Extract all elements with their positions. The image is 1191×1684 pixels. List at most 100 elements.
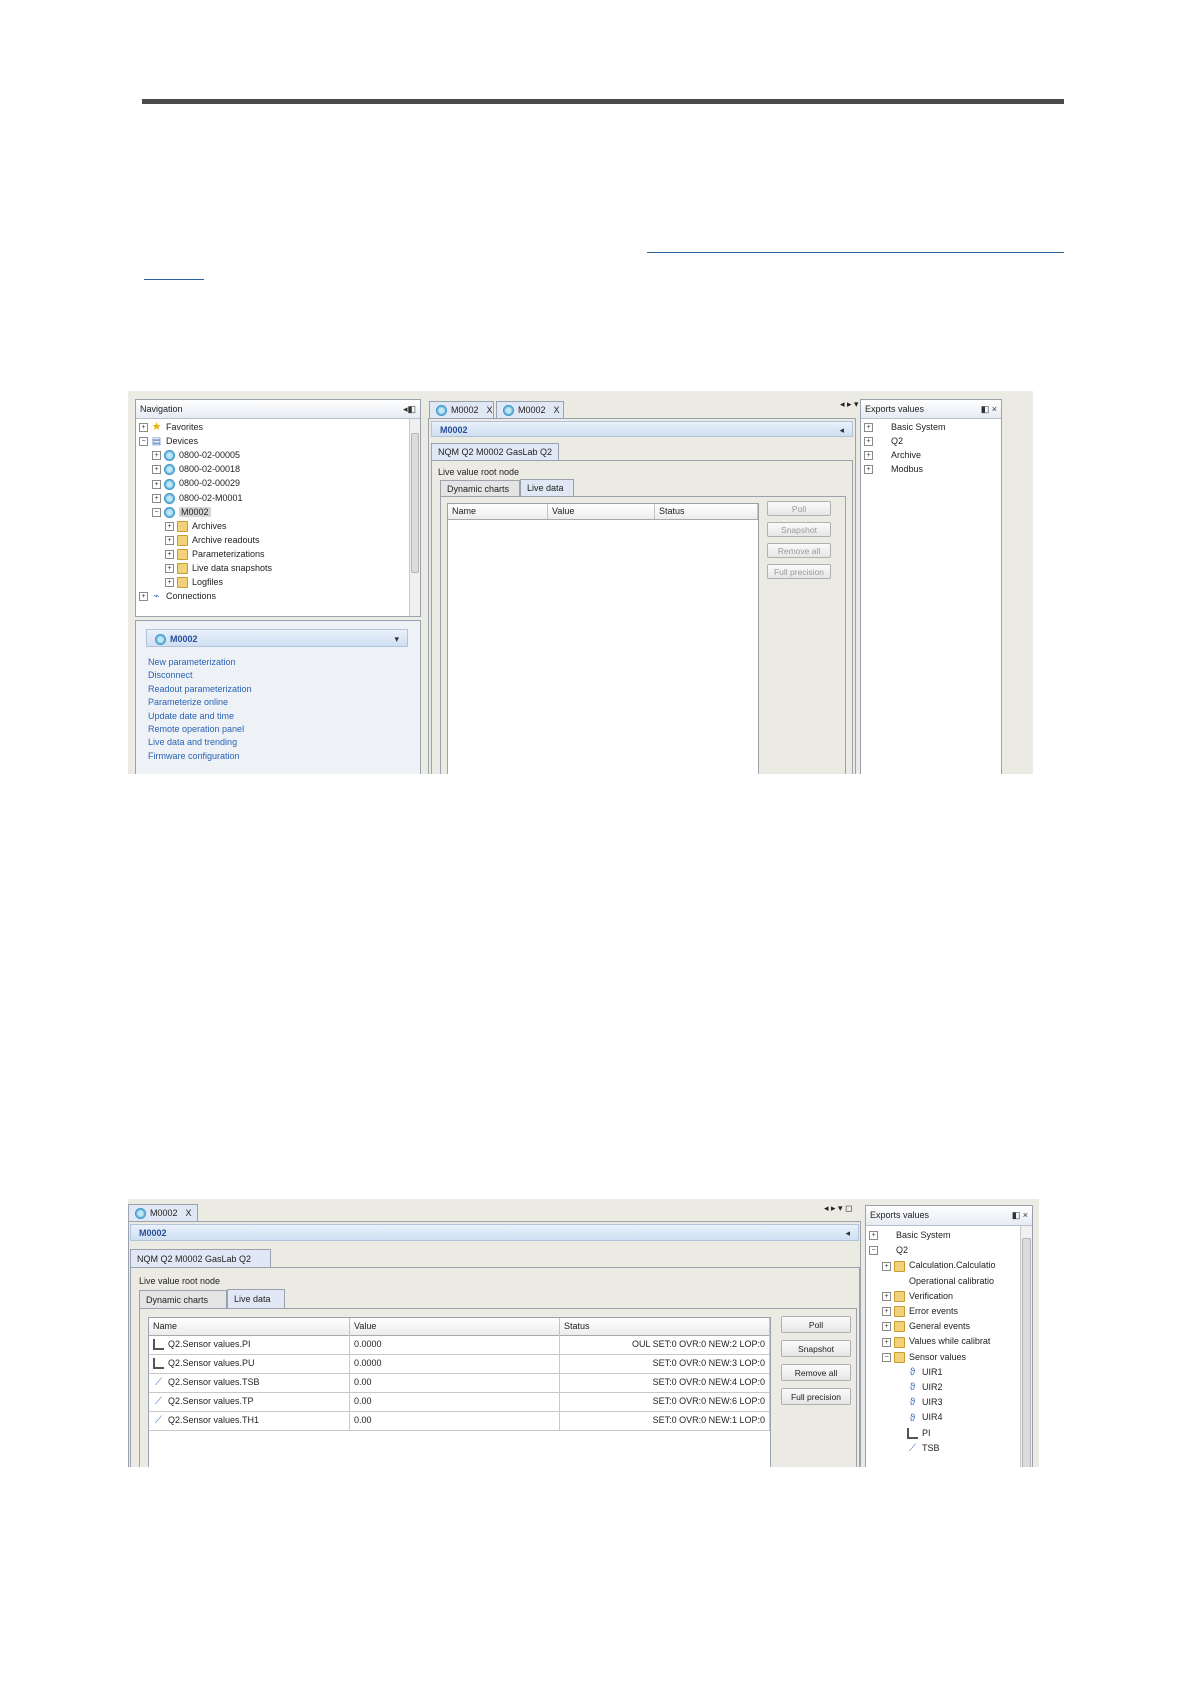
exports-tree-item[interactable]: + Values while calibrat <box>882 1334 990 1348</box>
nav-tree-item[interactable]: + Live data snapshots <box>165 561 272 575</box>
nav-tree-item[interactable]: + Archive readouts <box>165 533 260 547</box>
snapshot-button[interactable]: Snapshot <box>767 522 831 537</box>
collapse-icon[interactable]: − <box>139 437 148 447</box>
exports-tree-item[interactable]: + General events <box>882 1319 970 1333</box>
table-row[interactable]: ⟋ Q2.Sensor values.TSB 0.00 SET:0 OVR:0 NEW… <box>149 1373 770 1393</box>
expand-icon[interactable]: + <box>152 465 161 475</box>
exports-tree-item[interactable]: + Q2 <box>864 434 903 448</box>
collapse-icon[interactable]: − <box>869 1246 878 1256</box>
task-panel-title-bar[interactable]: M0002 ▾ <box>146 629 408 647</box>
nav-tree-item[interactable]: + Logfiles <box>165 575 223 589</box>
task-link[interactable]: Disconnect <box>148 668 193 682</box>
column-name[interactable]: Name <box>149 1318 350 1335</box>
collapse-arrow-icon[interactable]: ◂ <box>845 1225 850 1241</box>
collapse-arrow-icon[interactable]: ◂ <box>839 422 844 438</box>
close-icon[interactable]: X <box>487 405 493 415</box>
nav-tree-item[interactable]: +0800-02-00005 <box>152 448 240 462</box>
column-status[interactable]: Status <box>655 504 758 519</box>
table-row[interactable]: ⟋ Q2.Sensor values.TP 0.00 SET:0 OVR:0 NEW:… <box>149 1392 770 1412</box>
nav-tree-item[interactable]: − M0002 <box>152 505 211 519</box>
live-data-table[interactable]: Name Value Status Q2.Sensor values.PI 0.0… <box>148 1317 771 1467</box>
tab-m0002-1[interactable]: M0002 X <box>429 401 494 418</box>
tab-live-data[interactable]: Live data <box>520 479 574 496</box>
tab-m0002[interactable]: M0002 X <box>128 1204 198 1221</box>
scrollbar-thumb[interactable] <box>1022 1238 1031 1467</box>
exports-scrollbar[interactable] <box>1020 1226 1032 1467</box>
exports-tree-item[interactable]: − Sensor values <box>882 1350 966 1364</box>
expand-icon[interactable]: + <box>152 493 161 503</box>
column-status[interactable]: Status <box>560 1318 770 1335</box>
task-link[interactable]: Firmware configuration <box>148 749 240 763</box>
exports-tree-item[interactable]: + Error events <box>882 1304 958 1318</box>
exports-tree-item[interactable]: + Modbus <box>864 462 923 476</box>
expand-icon[interactable]: + <box>869 1231 878 1241</box>
device-subtab[interactable]: NQM Q2 M0002 GasLab Q2 <box>130 1249 271 1267</box>
poll-button[interactable]: Poll <box>781 1316 851 1333</box>
view-controls[interactable]: ◂ ▸ ▾ ◻ <box>824 1203 853 1214</box>
column-name[interactable]: Name <box>448 504 548 519</box>
close-icon[interactable]: X <box>554 405 560 415</box>
exports-tree-item[interactable]: Operational calibratio <box>882 1274 994 1288</box>
exports-tree-item[interactable]: ϑ UIR1 <box>895 1365 943 1379</box>
full-precision-button[interactable]: Full precision <box>767 564 831 579</box>
tab-live-data[interactable]: Live data <box>227 1289 285 1308</box>
hyperlink-underline-continued[interactable] <box>144 279 204 280</box>
scrollbar-thumb[interactable] <box>411 433 419 573</box>
column-value[interactable]: Value <box>350 1318 560 1335</box>
expand-icon[interactable]: + <box>882 1291 891 1301</box>
nav-tree-item[interactable]: + ★ Favorites <box>139 420 203 434</box>
column-value[interactable]: Value <box>548 504 655 519</box>
hyperlink-underline[interactable] <box>647 252 1064 253</box>
exports-tree-item[interactable]: PI <box>895 1426 931 1440</box>
expand-icon[interactable]: + <box>152 451 161 461</box>
exports-tree-item[interactable]: ϑ UIR2 <box>895 1380 943 1394</box>
expand-icon[interactable]: + <box>882 1337 891 1347</box>
expand-icon[interactable]: + <box>864 437 873 447</box>
collapse-icon[interactable]: − <box>152 507 161 517</box>
exports-tree-item[interactable]: + Archive <box>864 448 921 462</box>
live-data-table[interactable]: Name Value Status <box>447 503 759 774</box>
expand-icon[interactable]: + <box>165 578 174 588</box>
expand-icon[interactable]: + <box>864 423 873 433</box>
remove-all-button[interactable]: Remove all <box>767 543 831 558</box>
expand-icon[interactable]: + <box>152 479 161 489</box>
nav-tree-item[interactable]: + ⌁ Connections <box>139 589 216 603</box>
device-title-bar[interactable]: M0002 ◂ <box>431 421 853 437</box>
collapse-icon[interactable]: ▾ <box>394 630 399 648</box>
panel-controls-icon[interactable]: ◧ × <box>981 400 997 418</box>
task-link[interactable]: New parameterization <box>148 655 236 669</box>
expand-icon[interactable]: + <box>882 1307 891 1317</box>
tab-dynamic-charts[interactable]: Dynamic charts <box>440 480 520 497</box>
nav-tree-item[interactable]: + Parameterizations <box>165 547 265 561</box>
nav-tree-item[interactable]: − ▤ Devices <box>139 434 198 448</box>
collapse-icon[interactable]: − <box>882 1352 891 1362</box>
task-link[interactable]: Parameterize online <box>148 695 228 709</box>
exports-tree-item[interactable]: + Verification <box>882 1289 953 1303</box>
table-row[interactable]: Q2.Sensor values.PI 0.0000 OUL SET:0 OVR:0… <box>149 1335 770 1355</box>
device-subtab[interactable]: NQM Q2 M0002 GasLab Q2 <box>431 443 559 460</box>
expand-icon[interactable]: + <box>139 592 148 602</box>
nav-tree-item[interactable]: +0800-02-00029 <box>152 476 240 490</box>
exports-tree-item[interactable]: + Basic System <box>869 1228 951 1242</box>
task-link[interactable]: Remote operation panel <box>148 722 244 736</box>
task-link[interactable]: Update date and time <box>148 709 234 723</box>
navigation-scrollbar[interactable] <box>409 419 420 616</box>
expand-icon[interactable]: + <box>165 535 174 545</box>
nav-tree-item[interactable]: +0800-02-00018 <box>152 462 240 476</box>
expand-icon[interactable]: + <box>882 1322 891 1332</box>
tab-dynamic-charts[interactable]: Dynamic charts <box>139 1290 227 1308</box>
device-title-bar[interactable]: M0002 ◂ <box>130 1224 859 1241</box>
snapshot-button[interactable]: Snapshot <box>781 1340 851 1357</box>
exports-tree-item[interactable]: ϑ UIR3 <box>895 1395 943 1409</box>
nav-tree-item[interactable]: +0800-02-M0001 <box>152 491 243 505</box>
exports-tree-item[interactable]: ⟋ TSB <box>895 1441 940 1455</box>
remove-all-button[interactable]: Remove all <box>781 1364 851 1381</box>
expand-icon[interactable]: + <box>864 451 873 461</box>
expand-icon[interactable]: + <box>139 423 148 433</box>
expand-icon[interactable]: + <box>882 1261 891 1271</box>
pin-icon[interactable]: ◂◧ <box>403 400 416 418</box>
nav-tree-item[interactable]: + Archives <box>165 519 227 533</box>
tab-m0002-2[interactable]: M0002 X <box>496 401 564 418</box>
exports-tree-item[interactable]: − Q2 <box>869 1243 908 1257</box>
exports-tree-item[interactable]: + Calculation.Calculatio <box>882 1258 996 1272</box>
